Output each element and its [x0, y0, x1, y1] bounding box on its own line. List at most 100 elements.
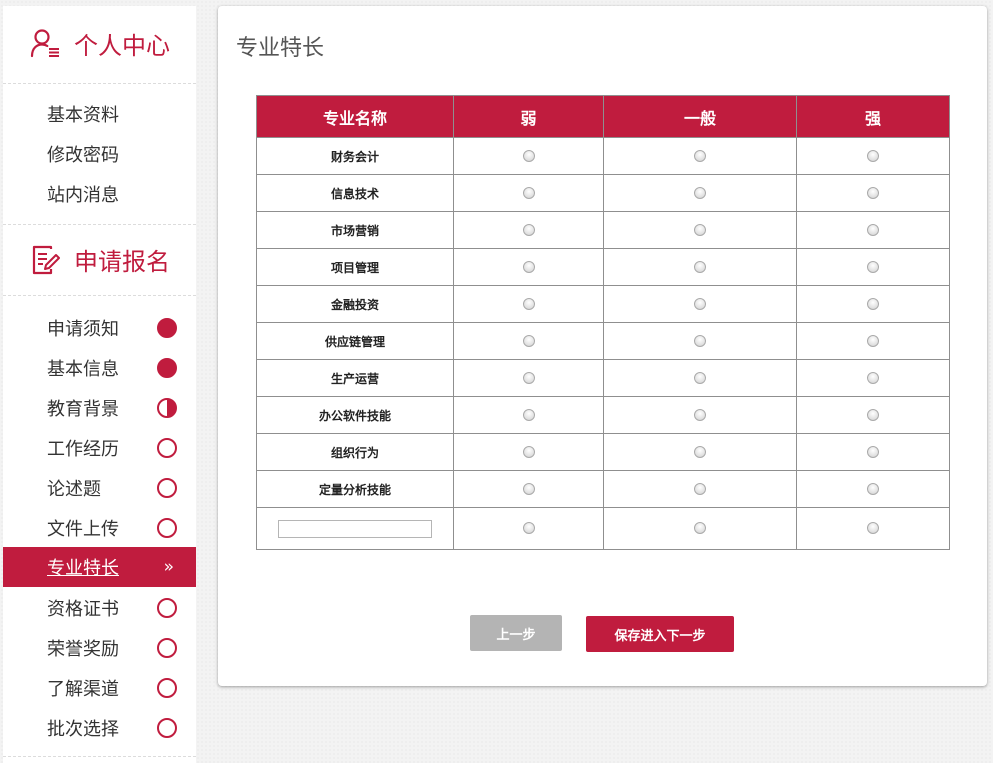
step-basic-info[interactable]: 基本信息 — [3, 348, 196, 388]
radio-average[interactable] — [694, 149, 706, 162]
user-profile-icon — [30, 28, 59, 57]
radio-average[interactable] — [694, 371, 706, 384]
radio-average[interactable] — [694, 260, 706, 273]
column-header-skill-name: 专业名称 — [256, 95, 454, 138]
sidebar-item-messages[interactable]: 站内消息 — [47, 185, 119, 205]
radio-cell — [796, 359, 950, 397]
radio-strong[interactable] — [867, 522, 879, 535]
skill-name-cell: 定量分析技能 — [256, 470, 454, 508]
radio-strong[interactable] — [867, 223, 879, 236]
radio-strong[interactable] — [867, 297, 879, 310]
divider — [3, 83, 196, 84]
step-channels[interactable]: 了解渠道 — [3, 668, 196, 708]
custom-skill-input[interactable] — [278, 519, 432, 538]
step-certificates[interactable]: 资格证书 — [3, 588, 196, 628]
radio-cell — [603, 211, 797, 249]
custom-skill-cell — [256, 507, 454, 550]
application-section-title: 申请报名 — [74, 249, 170, 276]
radio-strong[interactable] — [867, 445, 879, 458]
step-label: 工作经历 — [47, 439, 119, 459]
radio-cell — [453, 137, 604, 175]
radio-weak[interactable] — [522, 149, 535, 162]
radio-strong[interactable] — [867, 408, 879, 421]
radio-average[interactable] — [694, 445, 706, 458]
radio-strong[interactable] — [867, 371, 879, 384]
skill-name-cell: 财务会计 — [256, 137, 454, 175]
radio-weak[interactable] — [522, 408, 535, 421]
skill-name-cell: 办公软件技能 — [256, 396, 454, 434]
radio-strong[interactable] — [867, 482, 879, 495]
divider — [3, 756, 196, 757]
radio-strong[interactable] — [867, 260, 879, 273]
radio-average[interactable] — [694, 297, 706, 310]
table-row: 供应链管理 — [256, 322, 950, 360]
divider — [3, 295, 196, 296]
radio-cell — [453, 470, 604, 508]
radio-weak[interactable] — [522, 223, 535, 236]
radio-weak[interactable] — [522, 482, 535, 495]
empty-status-icon — [157, 598, 177, 618]
step-education[interactable]: 教育背景 — [3, 388, 196, 428]
radio-strong[interactable] — [867, 149, 879, 162]
empty-status-icon — [157, 478, 177, 498]
radio-cell — [453, 285, 604, 323]
skill-name-cell: 市场营销 — [256, 211, 454, 249]
radio-average[interactable] — [694, 522, 706, 535]
radio-cell — [453, 248, 604, 286]
step-specialties-active[interactable]: 专业特长 » — [3, 547, 196, 587]
table-row: 市场营销 — [256, 211, 950, 249]
complete-status-icon — [157, 358, 177, 378]
radio-weak[interactable] — [522, 371, 535, 384]
radio-average[interactable] — [694, 334, 706, 347]
sidebar-item-change-password[interactable]: 修改密码 — [47, 145, 119, 165]
skill-name-cell: 生产运营 — [256, 359, 454, 397]
radio-weak[interactable] — [522, 334, 535, 347]
previous-step-button[interactable]: 上一步 — [470, 615, 562, 651]
step-essay[interactable]: 论述题 — [3, 468, 196, 508]
radio-weak[interactable] — [522, 522, 535, 535]
step-label: 基本信息 — [47, 359, 119, 379]
skills-table-body: 财务会计 信息技术 市场营销 项目管理 金融投资 供应链管理 生产运营 办公软件技能 组织行为定… — [256, 137, 950, 550]
radio-cell — [603, 396, 797, 434]
radio-average[interactable] — [694, 223, 706, 236]
step-work-experience[interactable]: 工作经历 — [3, 428, 196, 468]
radio-strong[interactable] — [867, 334, 879, 347]
radio-weak[interactable] — [522, 445, 535, 458]
skills-table: 专业名称 弱 一般 强 财务会计 信息技术 市场营销 项目管理 金融投资 供应链管理 生产运… — [256, 95, 950, 550]
table-row: 财务会计 — [256, 137, 950, 175]
radio-weak[interactable] — [522, 260, 535, 273]
main-panel: 专业特长 专业名称 弱 一般 强 财务会计 信息技术 市场营销 项目管理 金融投资 供应链… — [218, 6, 987, 686]
sidebar: 个人中心 基本资料 修改密码 站内消息 申请报名 申请须知 基本信息 教育背景 … — [3, 6, 196, 763]
table-header-row: 专业名称 弱 一般 强 — [256, 95, 950, 138]
radio-cell — [603, 322, 797, 360]
step-file-upload[interactable]: 文件上传 — [3, 508, 196, 548]
radio-cell — [453, 322, 604, 360]
divider — [3, 224, 196, 225]
radio-weak[interactable] — [522, 186, 535, 199]
radio-average[interactable] — [694, 408, 706, 421]
radio-average[interactable] — [694, 482, 706, 495]
radio-weak[interactable] — [522, 297, 535, 310]
radio-average[interactable] — [694, 186, 706, 199]
save-next-button[interactable]: 保存进入下一步 — [586, 616, 734, 652]
table-row-custom — [256, 507, 950, 550]
column-header-weak: 弱 — [453, 95, 604, 138]
radio-cell — [796, 433, 950, 471]
step-honors[interactable]: 荣誉奖励 — [3, 628, 196, 668]
radio-strong[interactable] — [867, 186, 879, 199]
radio-cell — [603, 285, 797, 323]
table-row: 生产运营 — [256, 359, 950, 397]
sidebar-item-basic-profile[interactable]: 基本资料 — [47, 105, 119, 125]
column-header-strong: 强 — [796, 95, 950, 138]
radio-cell — [453, 359, 604, 397]
step-label: 了解渠道 — [47, 679, 119, 699]
radio-cell — [796, 211, 950, 249]
application-section-header: 申请报名 — [3, 242, 196, 277]
double-chevron-right-icon: » — [163, 557, 174, 577]
radio-cell — [796, 322, 950, 360]
step-batch-selection[interactable]: 批次选择 — [3, 708, 196, 748]
step-application-notice[interactable]: 申请须知 — [3, 308, 196, 348]
skill-name-cell: 项目管理 — [256, 248, 454, 286]
partial-status-icon — [157, 398, 177, 418]
radio-cell — [796, 507, 950, 550]
